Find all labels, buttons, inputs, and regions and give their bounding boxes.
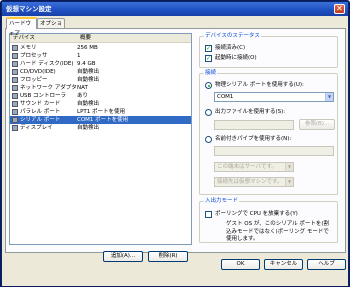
named-pipe-input[interactable] xyxy=(214,146,334,156)
device-summary: COM1 ポートを使用 xyxy=(77,117,129,123)
connected-checkbox[interactable]: ✓ xyxy=(205,45,212,52)
named-pipe-radio[interactable] xyxy=(205,136,212,143)
device-name: ネットワーク アダプタ xyxy=(20,85,77,91)
device-name: メモリ xyxy=(20,45,37,51)
chevron-down-icon: ▼ xyxy=(325,93,333,101)
physical-port-label: 物理シリアル ポートを使用する(U): xyxy=(215,82,304,88)
device-list[interactable]: デバイス 概要 メモリ 256 MB プロセッサ 1 ハード ディスク(IDE) 9.4 … xyxy=(9,33,192,245)
dialog-client: ハードウェア オプション デバイス 概要 メモリ256 MBプロセッサ1ハード … xyxy=(2,16,348,286)
device-name: フロッピー xyxy=(20,77,48,83)
physical-port-select[interactable]: COM1 ▼ xyxy=(214,92,334,102)
connected-label: 接続済み(C) xyxy=(215,45,246,51)
output-file-radio[interactable] xyxy=(205,109,212,116)
table-row[interactable]: プロセッサ 1 xyxy=(10,52,191,60)
device-status-group: デバイスのステータス ✓ 接続済み(C) ✓ 起動時に接続(O) xyxy=(199,33,338,68)
chevron-down-icon: ▼ xyxy=(285,178,293,186)
window-title: 仮想マシン設定 xyxy=(6,5,52,13)
physical-port-radio[interactable] xyxy=(205,82,212,89)
pipe-other-end-value: 接続先は仮想マシンです。 xyxy=(217,179,283,185)
tab-hardware[interactable]: ハードウェア xyxy=(6,17,37,37)
table-row[interactable]: サウンド カード 自動検出 xyxy=(10,100,191,108)
connection-title: 接続 xyxy=(204,70,218,77)
cd-dvd-icon xyxy=(12,69,18,75)
device-summary: 自動検出 xyxy=(77,69,100,75)
output-file-input[interactable] xyxy=(214,120,294,130)
device-name: プロセッサ xyxy=(20,53,48,59)
display-icon xyxy=(12,125,18,131)
usb-icon xyxy=(12,93,18,99)
device-summary: あり xyxy=(77,93,89,99)
device-name: ディスプレイ xyxy=(20,125,53,131)
named-pipe-label: 名前付きパイプを使用する(N): xyxy=(215,136,292,142)
sound-icon xyxy=(12,101,18,107)
browse-button[interactable]: 参照(B)... xyxy=(299,119,335,130)
device-summary: 256 MB xyxy=(77,45,98,51)
connection-group: 接続 物理シリアル ポートを使用する(U): COM1 ▼ 出力ファイルを使用す… xyxy=(199,70,338,195)
table-row[interactable]: メモリ 256 MB xyxy=(10,44,191,52)
io-mode-group: 入出力モード ポーリングで CPU を放棄する(Y) ゲスト OS が、このシリ… xyxy=(199,198,338,243)
memory-icon xyxy=(12,45,18,51)
cancel-button[interactable]: キャンセル xyxy=(264,259,303,270)
yield-cpu-label: ポーリングで CPU を放棄する(Y) xyxy=(215,211,298,217)
device-name: サウンド カード xyxy=(20,101,61,107)
device-summary: LPT1 ポートを使用 xyxy=(77,109,125,115)
table-row[interactable]: フロッピー 自動検出 xyxy=(10,76,191,84)
output-file-label: 出力ファイルを使用する(S): xyxy=(215,109,286,115)
hard-disk-icon xyxy=(12,61,18,67)
close-button[interactable]: ✕ xyxy=(334,4,345,14)
settings-window: 仮想マシン設定 ✕ ハードウェア オプション デバイス 概要 メモリ256 MB… xyxy=(0,0,350,287)
floppy-icon xyxy=(12,77,18,83)
table-row[interactable]: ネットワーク アダプタ NAT xyxy=(10,84,191,92)
device-list-header: デバイス 概要 xyxy=(10,34,191,43)
column-summary[interactable]: 概要 xyxy=(77,34,91,43)
table-row[interactable]: CD/DVD(IDE) 自動検出 xyxy=(10,68,191,76)
device-name: シリアル ポート xyxy=(20,117,61,123)
network-icon xyxy=(12,85,18,91)
table-row[interactable]: USB コントローラ あり xyxy=(10,92,191,100)
title-bar[interactable]: 仮想マシン設定 ✕ xyxy=(2,2,348,16)
pipe-end-select[interactable]: この端末はサーバです。 ▼ xyxy=(214,162,294,172)
serial-port-icon xyxy=(12,117,18,123)
device-summary: 自動検出 xyxy=(77,125,100,131)
pipe-other-end-select[interactable]: 接続先は仮想マシンです。 ▼ xyxy=(214,177,294,187)
device-summary: 自動検出 xyxy=(77,77,100,83)
table-row[interactable]: シリアル ポート COM1 ポートを使用 xyxy=(10,116,191,124)
add-device-button[interactable]: 追加(A)... xyxy=(103,251,143,262)
pipe-end-value: この端末はサーバです。 xyxy=(217,164,277,170)
device-summary: 自動検出 xyxy=(77,101,100,107)
yield-cpu-checkbox[interactable] xyxy=(205,211,212,218)
ok-button[interactable]: OK xyxy=(221,259,260,270)
device-summary: 9.4 GB xyxy=(77,61,96,67)
device-status-title: デバイスのステータス xyxy=(204,33,261,40)
parallel-port-icon xyxy=(12,109,18,115)
device-name: USB コントローラ xyxy=(20,93,67,99)
device-summary: 1 xyxy=(77,53,81,59)
table-row[interactable]: パラレル ポート LPT1 ポートを使用 xyxy=(10,108,191,116)
table-row[interactable]: ハード ディスク(IDE) 9.4 GB xyxy=(10,60,191,68)
io-mode-description: ゲスト OS が、このシリアル ポートを(割込みモードではなく)ポーリング モー… xyxy=(226,221,330,242)
device-name: CD/DVD(IDE) xyxy=(20,69,56,75)
device-name: パラレル ポート xyxy=(20,109,61,115)
close-icon: ✕ xyxy=(336,4,343,13)
remove-device-button[interactable]: 削除(R) xyxy=(148,251,188,262)
connect-at-power-on-checkbox[interactable]: ✓ xyxy=(205,55,212,62)
chevron-down-icon: ▼ xyxy=(285,163,293,171)
table-row[interactable]: ディスプレイ 自動検出 xyxy=(10,124,191,132)
physical-port-value: COM1 xyxy=(217,94,234,100)
device-name: ハード ディスク(IDE) xyxy=(20,61,74,67)
connect-at-power-on-label: 起動時に接続(O) xyxy=(215,55,257,61)
device-summary: NAT xyxy=(77,85,88,91)
processor-icon xyxy=(12,53,18,59)
check-icon: ✓ xyxy=(206,55,212,62)
help-button[interactable]: ヘルプ xyxy=(307,259,346,270)
check-icon: ✓ xyxy=(206,45,212,52)
io-mode-title: 入出力モード xyxy=(204,198,240,205)
